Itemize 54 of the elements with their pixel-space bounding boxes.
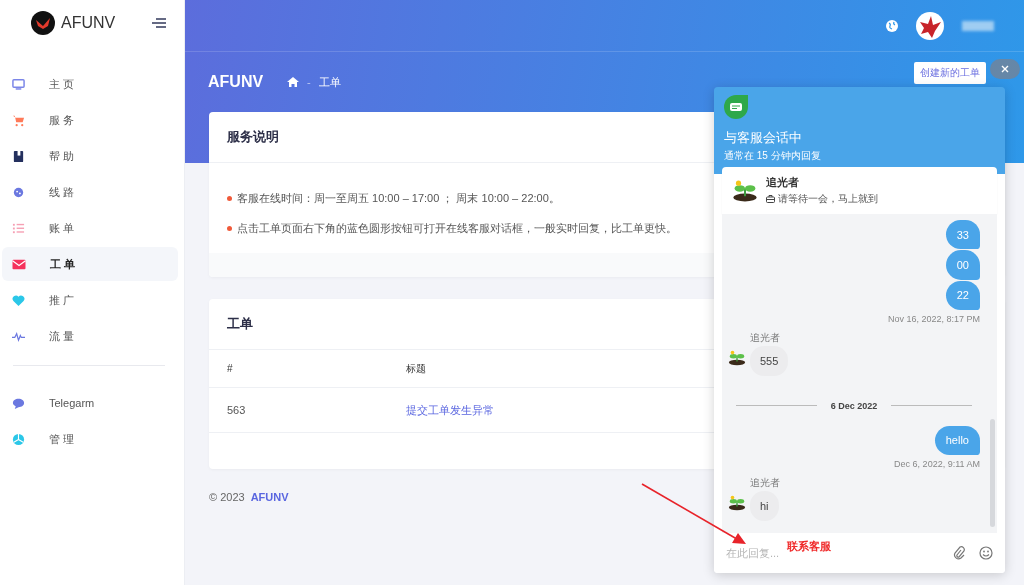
bullet-icon [227,195,232,201]
globe-icon[interactable] [886,19,898,32]
briefcase-icon [766,195,775,203]
footer-link[interactable]: AFUNV [250,491,289,503]
date-divider-label: 6 Dec 2022 [830,400,878,411]
sidebar-item[interactable]: 线 路 [2,175,178,209]
sidebar-item[interactable]: 流 量 [2,319,178,353]
notice-text: 点击工单页面右下角的蓝色圆形按钮可打开在线客服对话框，一般实时回复，比工单更快。 [237,220,677,236]
message-time: Dec 6, 2022, 9:11 AM [894,459,980,469]
copyright-text: © 2023 [209,491,245,503]
sidebar-item[interactable]: Telegarm [2,386,178,420]
breadcrumb-separator: - [307,76,311,88]
sent-message: hello [934,425,980,455]
received-message: 555 [750,345,789,376]
table-cell: 563 [209,387,388,433]
paperclip-icon[interactable] [953,546,965,560]
sidebar-item[interactable]: 管 理 [2,422,178,456]
brand-name: AFUNV [61,14,116,32]
notice-text: 客服在线时间：周一至周五 10:00 – 17:00 ； 周末 10:00 – 22:00。 [237,190,560,206]
received-message: hi [750,491,779,521]
logo-icon [31,11,55,35]
card-title: 工单 [227,315,253,333]
sidebar-item[interactable]: 账 单 [2,211,178,245]
create-ticket-button[interactable]: 创建新的工单 [914,62,986,84]
breadcrumb-item: 工单 [318,74,341,90]
agent-name: 追光者 [766,175,800,190]
chat-logo-icon [724,95,748,119]
scrollbar[interactable] [990,419,995,527]
sender-name: 追光者 [750,330,781,345]
sprout-avatar-icon [728,348,746,367]
chat-title: 与客服会话中 [724,129,803,147]
sidebar-item[interactable]: 服 务 [2,103,178,137]
sent-message: 00 [945,250,980,280]
agent-status: 请等待一会，马上就到 [778,192,878,206]
emoji-icon[interactable] [979,546,993,560]
sidebar-item[interactable]: 工 单 [2,247,178,281]
card-title: 服务说明 [227,128,279,146]
column-header: # [209,350,388,388]
blurred-username [962,20,994,31]
sprout-avatar-icon [728,494,746,512]
home-icon[interactable] [287,77,300,87]
chat-subtitle: 通常在 15 分钟内回复 [724,149,822,163]
page-title: AFUNV [208,73,264,91]
user-avatar[interactable] [916,11,944,40]
sidebar-item[interactable]: 推 广 [2,283,178,317]
sent-message: 33 [945,220,980,250]
annotation-text: 联系客服 [787,539,831,554]
message-time: Nov 16, 2022, 8:17 PM [887,313,980,324]
sender-name: 追光者 [750,476,781,490]
sidebar-item[interactable]: 主 页 [2,67,178,101]
ticket-link[interactable]: 提交工单发生异常 [406,403,494,416]
sidebar-item[interactable]: 帮 助 [2,139,178,173]
bullet-icon [227,225,232,231]
sent-message: 22 [945,280,980,310]
